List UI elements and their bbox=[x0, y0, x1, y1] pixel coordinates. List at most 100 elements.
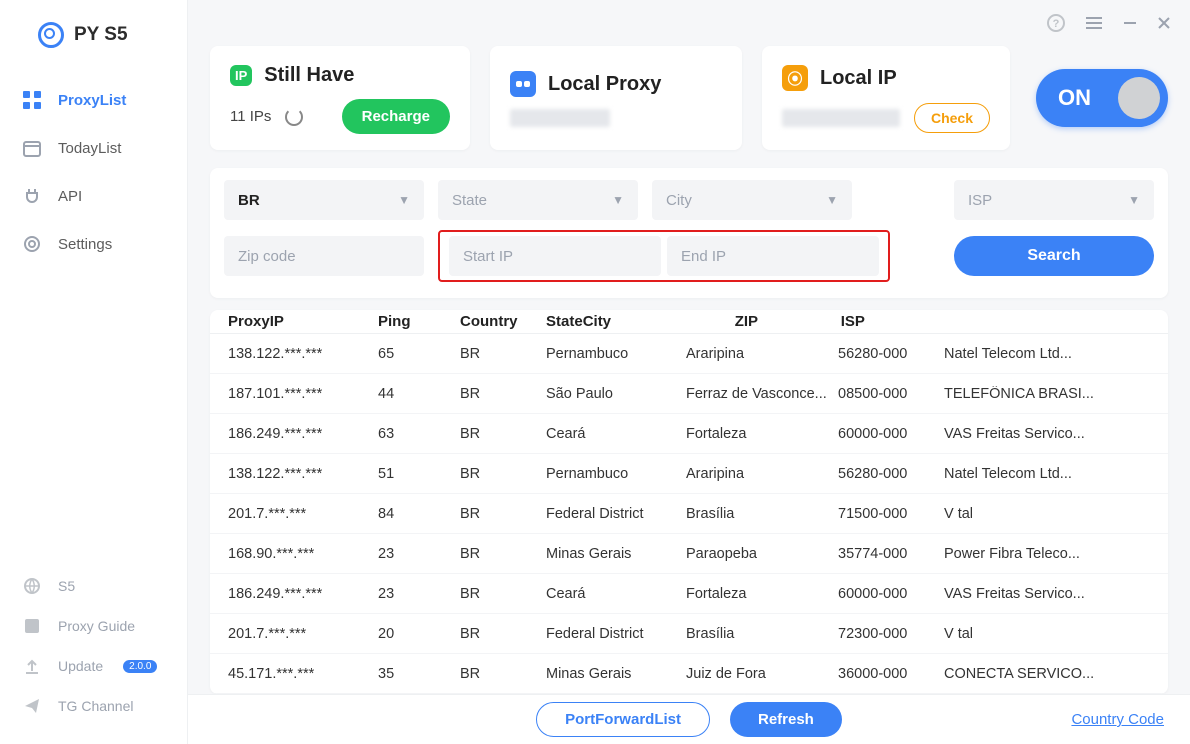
cell-ping: 23 bbox=[378, 586, 460, 602]
card-title: Local IP bbox=[820, 67, 897, 90]
ip-range-highlight bbox=[438, 230, 890, 282]
cell-ping: 23 bbox=[378, 546, 460, 562]
th-state: State bbox=[546, 313, 583, 330]
calendar-icon bbox=[22, 138, 42, 158]
table-row[interactable]: 201.7.***.***20BRFederal DistrictBrasíli… bbox=[210, 614, 1168, 654]
svg-text:?: ? bbox=[1053, 18, 1060, 30]
state-select[interactable]: State▼ bbox=[438, 180, 638, 220]
toggle-wrap: ON bbox=[1036, 46, 1168, 150]
nav-label: S5 bbox=[58, 578, 75, 594]
menu-icon[interactable] bbox=[1084, 15, 1104, 31]
cell-country: BR bbox=[460, 626, 546, 642]
cell-isp: CONECTA SERVICO... bbox=[944, 666, 1150, 682]
nav-label: Update bbox=[58, 658, 103, 674]
nav-proxy-guide[interactable]: Proxy Guide bbox=[0, 606, 187, 646]
cell-country: BR bbox=[460, 666, 546, 682]
chevron-down-icon: ▼ bbox=[1128, 193, 1140, 207]
search-button[interactable]: Search bbox=[954, 236, 1154, 276]
cell-isp: Natel Telecom Ltd... bbox=[944, 466, 1150, 482]
cell-city: Fortaleza bbox=[686, 586, 838, 602]
cell-city: Paraopeba bbox=[686, 546, 838, 562]
cell-ip: 201.7.***.*** bbox=[228, 626, 378, 642]
cell-ip: 201.7.***.*** bbox=[228, 506, 378, 522]
refresh-icon[interactable] bbox=[285, 108, 303, 126]
cell-city: Araripina bbox=[686, 466, 838, 482]
cell-isp: Power Fibra Teleco... bbox=[944, 546, 1150, 562]
nav-label: API bbox=[58, 188, 82, 205]
cell-state: Minas Gerais bbox=[546, 666, 686, 682]
check-button[interactable]: Check bbox=[914, 103, 990, 133]
nav-update[interactable]: Update 2.0.0 bbox=[0, 646, 187, 686]
table-row[interactable]: 45.171.***.***35BRMinas GeraisJuiz de Fo… bbox=[210, 654, 1168, 694]
cell-city: Brasília bbox=[686, 626, 838, 642]
cell-ip: 186.249.***.*** bbox=[228, 426, 378, 442]
cell-country: BR bbox=[460, 346, 546, 362]
book-icon bbox=[22, 616, 42, 636]
cell-ip: 138.122.***.*** bbox=[228, 466, 378, 482]
sidebar: PY S5 ProxyList TodayList API Settings bbox=[0, 0, 188, 744]
ip-badge-icon: IP bbox=[230, 65, 252, 86]
chevron-down-icon: ▼ bbox=[612, 193, 624, 207]
table-row[interactable]: 138.122.***.***51BRPernambucoAraripina56… bbox=[210, 454, 1168, 494]
app-logo: PY S5 bbox=[0, 0, 187, 66]
card-local-proxy: Local Proxy bbox=[490, 46, 742, 150]
nav-settings[interactable]: Settings bbox=[0, 220, 187, 268]
nav-api[interactable]: API bbox=[0, 172, 187, 220]
refresh-button[interactable]: Refresh bbox=[730, 702, 842, 737]
nav-todaylist[interactable]: TodayList bbox=[0, 124, 187, 172]
cell-country: BR bbox=[460, 586, 546, 602]
nav-s5[interactable]: S5 bbox=[0, 566, 187, 606]
ip-count: 11 IPs bbox=[230, 108, 271, 125]
proxy-toggle[interactable]: ON bbox=[1036, 69, 1168, 127]
filters-panel: BR▼ State▼ City▼ ISP▼ Search bbox=[210, 168, 1168, 298]
upload-icon bbox=[22, 656, 42, 676]
cell-country: BR bbox=[460, 426, 546, 442]
titlebar: ? bbox=[188, 0, 1190, 46]
cell-state: Pernambuco bbox=[546, 346, 686, 362]
table-row[interactable]: 186.249.***.***23BRCearáFortaleza60000-0… bbox=[210, 574, 1168, 614]
plug-icon bbox=[22, 186, 42, 206]
cell-city: Fortaleza bbox=[686, 426, 838, 442]
cell-country: BR bbox=[460, 466, 546, 482]
end-ip-input[interactable] bbox=[681, 248, 865, 265]
close-icon[interactable] bbox=[1156, 15, 1172, 31]
table-body: 138.122.***.***65BRPernambucoAraripina56… bbox=[210, 334, 1168, 694]
recharge-button[interactable]: Recharge bbox=[342, 99, 450, 134]
table-row[interactable]: 187.101.***.***44BRSão PauloFerraz de Va… bbox=[210, 374, 1168, 414]
minimize-icon[interactable] bbox=[1122, 15, 1138, 31]
help-icon[interactable]: ? bbox=[1046, 13, 1066, 33]
table-header: ProxyIP Ping Country State City ZIP ISP bbox=[210, 310, 1168, 334]
table-row[interactable]: 186.249.***.***63BRCearáFortaleza60000-0… bbox=[210, 414, 1168, 454]
local-proxy-icon bbox=[510, 71, 536, 97]
local-proxy-value bbox=[510, 109, 610, 127]
city-select[interactable]: City▼ bbox=[652, 180, 852, 220]
port-forward-list-button[interactable]: PortForwardList bbox=[536, 702, 710, 737]
cell-ping: 35 bbox=[378, 666, 460, 682]
start-ip-input[interactable] bbox=[463, 248, 647, 265]
nav-label: Settings bbox=[58, 236, 112, 253]
nav-label: Proxy Guide bbox=[58, 618, 135, 634]
grid-icon bbox=[22, 90, 42, 110]
zip-input[interactable] bbox=[238, 248, 410, 265]
table-row[interactable]: 168.90.***.***23BRMinas GeraisParaopeba3… bbox=[210, 534, 1168, 574]
nav-proxylist[interactable]: ProxyList bbox=[0, 76, 187, 124]
cell-zip: 71500-000 bbox=[838, 506, 944, 522]
nav-tg-channel[interactable]: TG Channel bbox=[0, 686, 187, 726]
card-local-ip: ⦿ Local IP Check bbox=[762, 46, 1010, 150]
main-area: ? IP Still Have 11 IPs Recharge bbox=[188, 0, 1190, 744]
cell-ping: 20 bbox=[378, 626, 460, 642]
table-row[interactable]: 138.122.***.***65BRPernambucoAraripina56… bbox=[210, 334, 1168, 374]
country-code-link[interactable]: Country Code bbox=[1071, 711, 1164, 728]
isp-select[interactable]: ISP▼ bbox=[954, 180, 1154, 220]
nav-label: TodayList bbox=[58, 140, 121, 157]
country-select[interactable]: BR▼ bbox=[224, 180, 424, 220]
cell-ping: 65 bbox=[378, 346, 460, 362]
local-ip-icon: ⦿ bbox=[782, 65, 808, 91]
cell-country: BR bbox=[460, 506, 546, 522]
country-value: BR bbox=[238, 192, 260, 209]
cell-zip: 72300-000 bbox=[838, 626, 944, 642]
table-row[interactable]: 201.7.***.***84BRFederal DistrictBrasíli… bbox=[210, 494, 1168, 534]
globe-icon bbox=[22, 576, 42, 596]
cell-isp: Natel Telecom Ltd... bbox=[944, 346, 1150, 362]
th-ping: Ping bbox=[378, 313, 460, 330]
